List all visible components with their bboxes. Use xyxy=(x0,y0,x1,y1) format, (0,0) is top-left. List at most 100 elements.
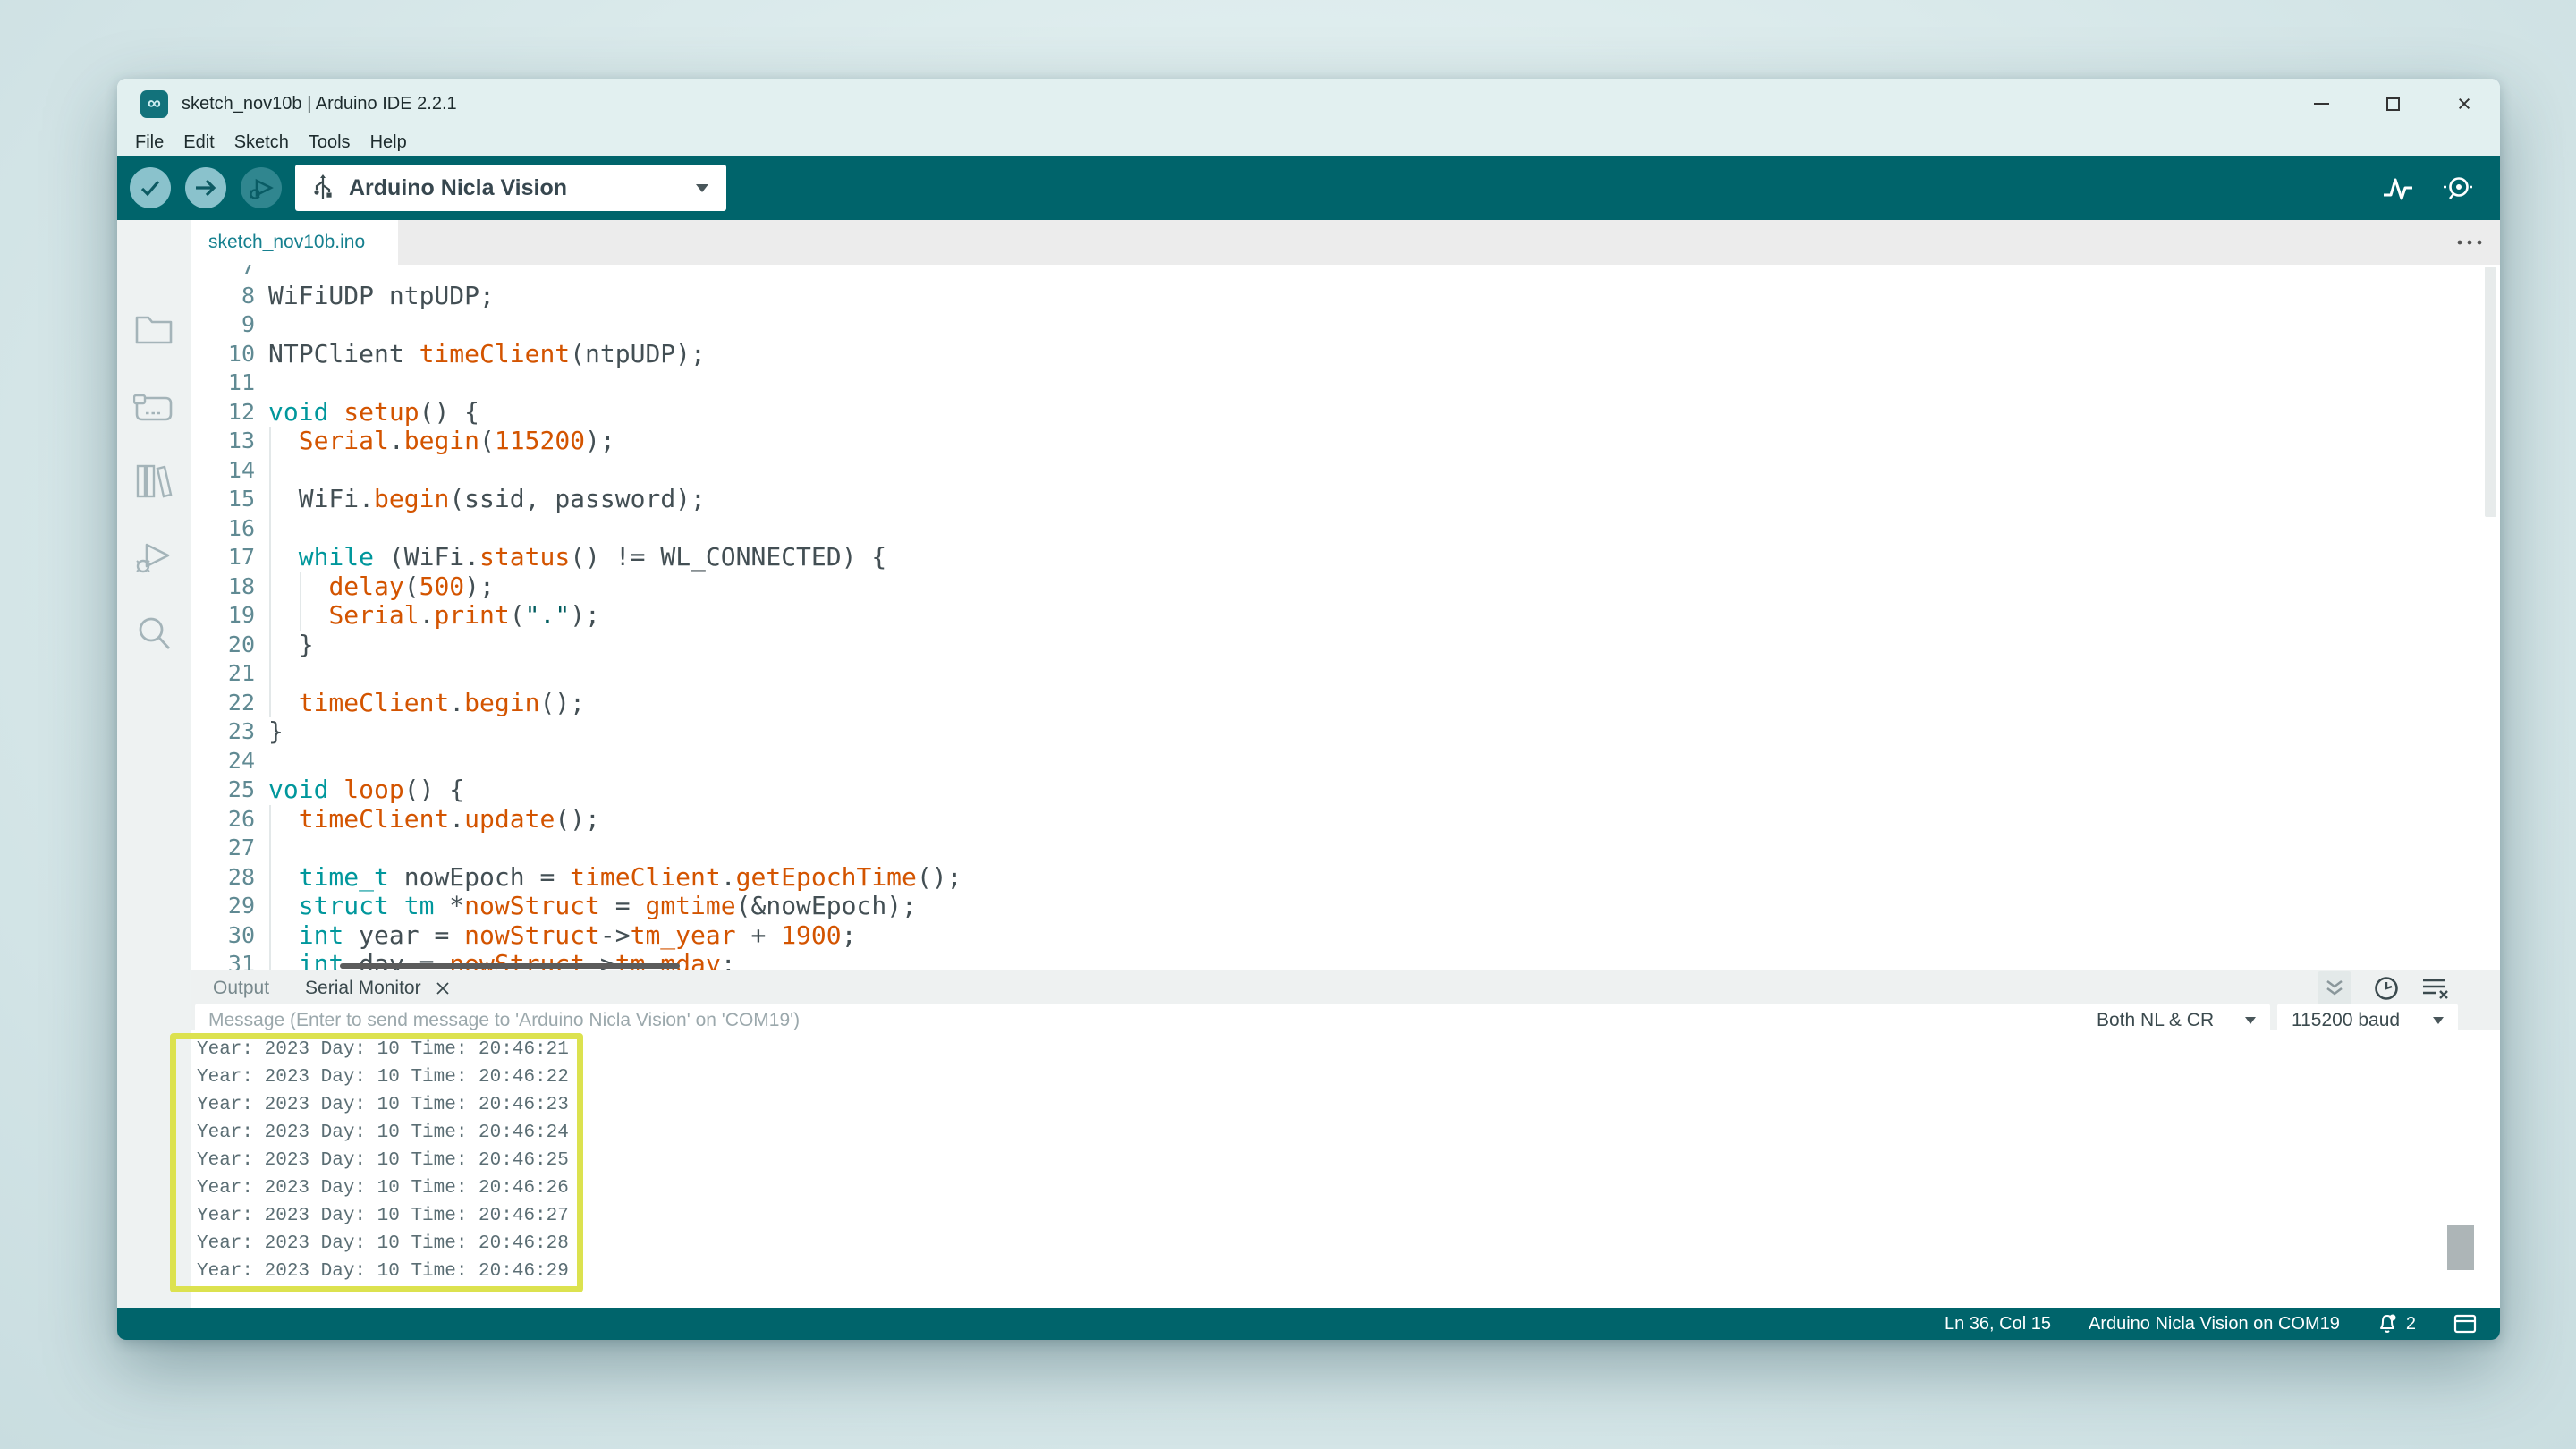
code-line-18: 18 delay(500); xyxy=(191,572,2500,602)
sidebar-item-sketchbook[interactable] xyxy=(134,312,174,346)
usb-icon xyxy=(313,174,333,201)
tab-label: sketch_nov10b.ino xyxy=(208,232,365,253)
line-number: 25 xyxy=(191,775,255,805)
debug-button[interactable] xyxy=(241,167,282,208)
collapse-panel-button[interactable] xyxy=(2318,971,2351,1005)
line-number: 7 xyxy=(191,265,255,282)
line-number: 15 xyxy=(191,485,255,514)
serial-line: Year: 2023 Day: 10 Time: 20:46:22 xyxy=(197,1063,569,1091)
maximize-icon xyxy=(2386,97,2400,111)
title-bar: ∞ sketch_nov10b | Arduino IDE 2.2.1 × xyxy=(117,79,2500,129)
code-line-16: 16 xyxy=(191,514,2500,544)
chevron-down-icon xyxy=(2433,1017,2444,1024)
serial-line: Year: 2023 Day: 10 Time: 20:46:29 xyxy=(197,1258,569,1285)
code-line-9: 9 xyxy=(191,310,2500,340)
vertical-scrollbar-thumb[interactable] xyxy=(2485,267,2496,517)
serial-plotter-button[interactable] xyxy=(2380,172,2416,204)
code-line-21: 21 xyxy=(191,659,2500,689)
check-icon xyxy=(139,176,162,199)
menu-tools[interactable]: Tools xyxy=(299,132,360,153)
board-icon xyxy=(133,391,174,425)
sidebar-item-library-manager[interactable] xyxy=(134,462,174,500)
tab-output[interactable]: Output xyxy=(200,978,282,999)
window-title: sketch_nov10b | Arduino IDE 2.2.1 xyxy=(182,94,457,114)
cursor-position: Ln 36, Col 15 xyxy=(1945,1314,2051,1335)
menu-edit[interactable]: Edit xyxy=(174,132,224,153)
bell-icon xyxy=(2377,1312,2399,1335)
menu-sketch[interactable]: Sketch xyxy=(225,132,299,153)
clock-icon xyxy=(2373,975,2400,1002)
board-selector-dropdown[interactable]: Arduino Nicla Vision xyxy=(295,165,726,211)
line-number: 21 xyxy=(191,659,255,689)
clear-output-button[interactable] xyxy=(2421,977,2450,1000)
menu-file[interactable]: File xyxy=(125,132,174,153)
panel-tab-bar: Output Serial Monitor xyxy=(191,970,2500,1006)
code-line-26: 26 timeClient.update(); xyxy=(191,805,2500,835)
status-bar: Ln 36, Col 15 Arduino Nicla Vision on CO… xyxy=(117,1308,2500,1340)
sidebar-item-boards-manager[interactable] xyxy=(133,391,174,425)
minimize-button[interactable] xyxy=(2285,79,2357,129)
serial-monitor-button[interactable] xyxy=(2439,172,2479,204)
main-toolbar: Arduino Nicla Vision xyxy=(117,156,2500,220)
code-line-8: 8WiFiUDP ntpUDP; xyxy=(191,282,2500,311)
sidebar-item-debug[interactable] xyxy=(134,539,174,575)
code-line-14: 14 xyxy=(191,456,2500,486)
serial-line: Year: 2023 Day: 10 Time: 20:46:23 xyxy=(197,1091,569,1119)
tab-serial-monitor-label: Serial Monitor xyxy=(305,978,421,999)
upload-button[interactable] xyxy=(185,167,226,208)
line-number: 12 xyxy=(191,398,255,428)
horizontal-scrollbar-thumb[interactable] xyxy=(340,963,680,969)
board-port-status[interactable]: Arduino Nicla Vision on COM19 xyxy=(2089,1314,2340,1335)
line-number: 30 xyxy=(191,921,255,951)
code-line-17: 17 while (WiFi.status() != WL_CONNECTED)… xyxy=(191,543,2500,572)
serial-scrollbar-thumb[interactable] xyxy=(2447,1225,2474,1270)
line-number: 10 xyxy=(191,340,255,369)
baud-rate-value: 115200 baud xyxy=(2292,1010,2400,1031)
debug-icon xyxy=(248,175,275,200)
editor-more-actions[interactable] xyxy=(2455,220,2484,265)
double-chevron-down-icon xyxy=(2324,979,2345,998)
close-tab-icon[interactable] xyxy=(436,981,450,996)
line-number: 14 xyxy=(191,456,255,486)
tab-serial-monitor[interactable]: Serial Monitor xyxy=(282,978,450,999)
line-number: 24 xyxy=(191,747,255,776)
chevron-down-icon xyxy=(2245,1017,2256,1024)
code-editor[interactable]: 78WiFiUDP ntpUDP;910NTPClient timeClient… xyxy=(191,265,2500,970)
bottom-panel: Output Serial Monitor xyxy=(191,970,2500,1308)
sidebar-item-search[interactable] xyxy=(135,614,173,652)
editor-tab-bar: sketch_nov10b.ino xyxy=(191,220,2500,265)
tab-sketch-ino[interactable]: sketch_nov10b.ino xyxy=(191,220,398,265)
serial-line: Year: 2023 Day: 10 Time: 20:46:25 xyxy=(197,1147,569,1174)
line-number: 16 xyxy=(191,514,255,544)
search-icon xyxy=(135,614,173,652)
panel-layout-icon xyxy=(2453,1314,2477,1334)
line-number: 31 xyxy=(191,950,255,970)
verify-button[interactable] xyxy=(130,167,171,208)
line-number: 8 xyxy=(191,282,255,311)
serial-line: Year: 2023 Day: 10 Time: 20:46:26 xyxy=(197,1174,569,1202)
line-number: 23 xyxy=(191,717,255,747)
code-line-28: 28 time_t nowEpoch = timeClient.getEpoch… xyxy=(191,863,2500,893)
code-line-27: 27 xyxy=(191,834,2500,863)
minimize-icon xyxy=(2314,103,2329,105)
serial-line: Year: 2023 Day: 10 Time: 20:46:28 xyxy=(197,1230,569,1258)
serial-line: Year: 2023 Day: 10 Time: 20:46:27 xyxy=(197,1202,569,1230)
toggle-bottom-panel-button[interactable] xyxy=(2453,1314,2477,1334)
toggle-timestamp-button[interactable] xyxy=(2373,975,2400,1002)
line-number: 19 xyxy=(191,601,255,631)
right-arrow-icon xyxy=(193,176,218,199)
code-line-10: 10NTPClient timeClient(ntpUDP); xyxy=(191,340,2500,369)
activity-sidebar xyxy=(117,220,191,1308)
notifications-button[interactable]: 2 xyxy=(2377,1312,2416,1335)
chevron-down-icon xyxy=(696,184,708,192)
serial-output-lines: Year: 2023 Day: 10 Time: 20:46:21Year: 2… xyxy=(197,1036,569,1285)
maximize-button[interactable] xyxy=(2357,79,2428,129)
close-button[interactable]: × xyxy=(2428,79,2500,129)
window-controls: × xyxy=(2285,79,2500,129)
debug-sidebar-icon xyxy=(134,539,174,575)
line-number: 9 xyxy=(191,310,255,340)
line-ending-value: Both NL & CR xyxy=(2097,1010,2214,1031)
code-line-13: 13 Serial.begin(115200); xyxy=(191,427,2500,456)
line-number: 17 xyxy=(191,543,255,572)
menu-help[interactable]: Help xyxy=(360,132,417,153)
